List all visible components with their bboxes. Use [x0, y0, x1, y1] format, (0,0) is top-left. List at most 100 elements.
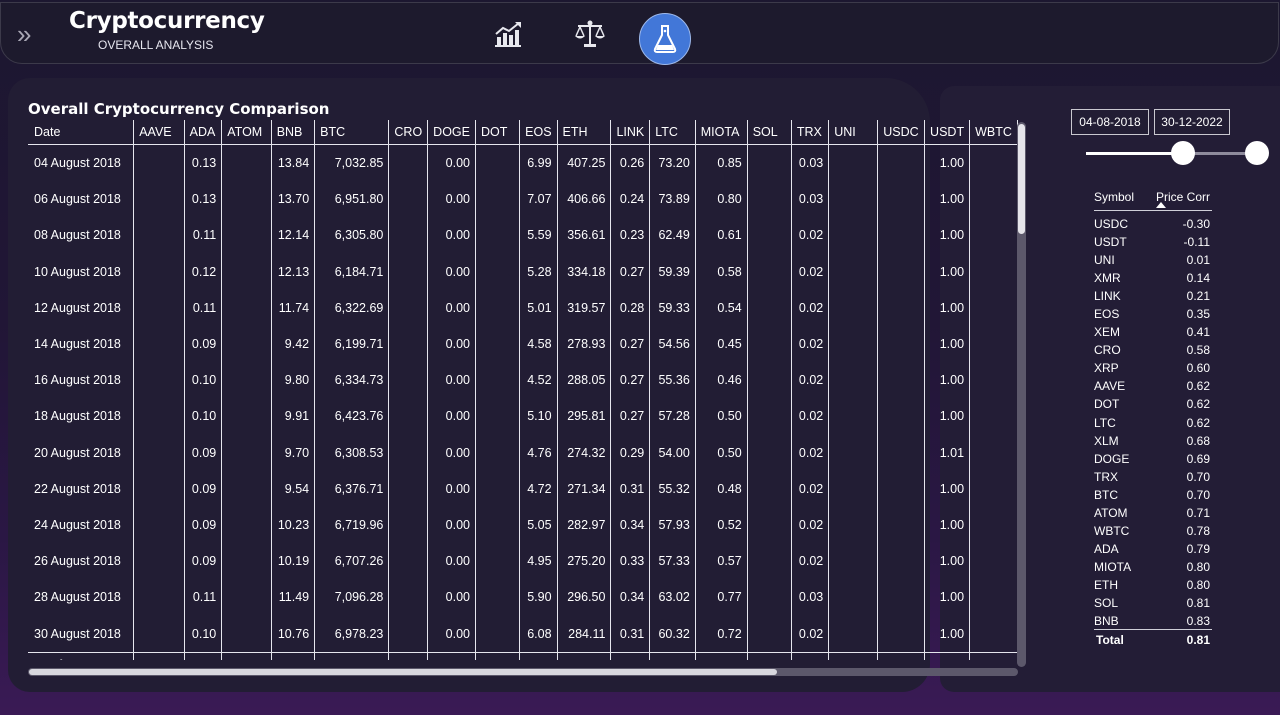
table-row: 14 August 2018 0.09 9.42 6,199.71 0.00 4.58 27… — [28, 325, 1018, 363]
table-cell — [475, 289, 521, 326]
total-cell: 255.53 — [133, 651, 185, 660]
table-cell: 6,334.73 — [314, 362, 390, 399]
table-cell — [877, 543, 926, 580]
correlation-symbol: AAVE — [1094, 379, 1126, 394]
date-slider-end-handle[interactable] — [1245, 141, 1269, 165]
column-header[interactable]: ETH — [557, 120, 612, 145]
correlation-symbol: BNB — [1094, 614, 1119, 629]
column-header[interactable]: EOS — [519, 120, 558, 145]
nav-trend-button[interactable] — [489, 15, 527, 53]
nav-scale-button[interactable] — [571, 15, 609, 53]
table-cell — [388, 434, 429, 471]
total-cell: 18.14 — [475, 651, 521, 660]
table-cell — [828, 615, 879, 653]
horizontal-scroll-thumb[interactable] — [29, 669, 777, 675]
table-cell: 11.49 — [271, 579, 316, 616]
symbol-column-header[interactable]: Symbol — [1094, 190, 1134, 204]
table-cell: 57.28 — [649, 398, 696, 435]
table-cell: 08 August 2018 — [28, 217, 135, 254]
table-cell: 0.00 — [427, 253, 476, 290]
column-header[interactable]: USDC — [877, 120, 926, 145]
table-cell: 7,096.28 — [314, 579, 390, 616]
table-cell: 1.01 — [924, 434, 971, 471]
table-cell: 0.50 — [695, 398, 748, 435]
column-header[interactable]: USDT — [924, 120, 971, 145]
column-header[interactable]: LINK — [610, 120, 651, 145]
table-cell — [747, 325, 792, 363]
correlation-value: 0.71 — [1186, 505, 1210, 520]
nav-flask-button[interactable] — [639, 13, 691, 65]
column-header[interactable]: MIOTA — [695, 120, 748, 145]
column-header[interactable]: TRX — [791, 120, 830, 145]
table-cell — [133, 398, 185, 435]
table-cell: 9.91 — [271, 398, 316, 435]
correlation-row: ETH 0.80 — [1094, 576, 1210, 594]
table-cell — [747, 253, 792, 290]
table-cell: 0.02 — [791, 615, 830, 653]
table-cell — [475, 325, 521, 363]
column-header[interactable]: ADA — [184, 120, 223, 145]
table-cell: 0.72 — [695, 615, 748, 653]
table-cell: 0.09 — [184, 470, 223, 507]
table-cell — [388, 543, 429, 580]
column-header[interactable]: AAVE — [133, 120, 185, 145]
table-cell: 0.03 — [791, 579, 830, 616]
table-cell — [475, 615, 521, 653]
vertical-scroll-thumb[interactable] — [1018, 124, 1025, 234]
table-cell: 57.33 — [649, 543, 696, 580]
table-cell: 6.99 — [519, 144, 558, 182]
correlation-value: 0.70 — [1186, 469, 1210, 484]
table-cell — [877, 506, 926, 544]
column-header[interactable]: CRO — [388, 120, 429, 145]
table-cell: 0.02 — [791, 362, 830, 399]
table-cell — [133, 615, 185, 653]
table-cell: 6,308.53 — [314, 434, 390, 471]
date-slider-start-handle[interactable] — [1171, 141, 1195, 165]
table-cell: 0.33 — [610, 543, 651, 580]
end-date-input[interactable]: 30-12-2022 — [1154, 109, 1230, 135]
table-cell — [133, 506, 185, 544]
table-row: 16 August 2018 0.10 9.80 6,334.73 0.00 4.52 28… — [28, 362, 1018, 399]
table-cell: 0.02 — [791, 289, 830, 326]
correlation-symbol: DOT — [1094, 397, 1120, 412]
correlation-row: USDC -0.30 — [1094, 215, 1210, 233]
column-header[interactable]: BNB — [271, 120, 316, 145]
table-cell: 0.12 — [184, 253, 223, 290]
table-cell: 0.02 — [791, 543, 830, 580]
table-cell — [969, 434, 1018, 471]
correlation-symbol: ATOM — [1094, 505, 1128, 520]
table-cell: 6,423.76 — [314, 398, 390, 435]
correlation-value: 0.62 — [1186, 415, 1210, 430]
column-header[interactable]: Date — [28, 120, 135, 145]
column-header[interactable]: DOGE — [427, 120, 476, 145]
correlation-symbol: SOL — [1094, 595, 1119, 610]
column-header[interactable]: WBTC — [969, 120, 1018, 145]
table-cell — [969, 217, 1018, 254]
table-row: 04 August 2018 0.13 13.84 7,032.85 0.00 6.99 4… — [28, 144, 1018, 182]
column-header[interactable]: UNI — [828, 120, 879, 145]
table-cell — [969, 470, 1018, 507]
table-cell: 14 August 2018 — [28, 325, 135, 363]
table-cell — [877, 434, 926, 471]
column-header[interactable]: LTC — [649, 120, 696, 145]
start-date-input[interactable]: 04-08-2018 — [1071, 109, 1149, 135]
correlation-list: USDC -0.30 USDT -0.11 UNI 0.01 XMR 0.14 LINK 0.21… — [1094, 215, 1210, 630]
table-cell: 0.02 — [791, 434, 830, 471]
table-cell: 1.00 — [924, 579, 971, 616]
total-cell: 0.03 — [791, 651, 830, 660]
column-header[interactable]: BTC — [314, 120, 390, 145]
table-cell — [475, 144, 521, 182]
column-header[interactable]: SOL — [747, 120, 792, 145]
table-cell: 274.32 — [557, 434, 612, 471]
horizontal-scrollbar[interactable] — [28, 668, 1018, 676]
column-header[interactable]: DOT — [475, 120, 521, 145]
table-cell: 0.00 — [427, 434, 476, 471]
table-cell: 1.00 — [924, 470, 971, 507]
comparison-table-container[interactable]: Date AAVE ADA ATOM BNB BTC CRO DOGE DOT EOS ETH LIN… — [28, 120, 1018, 660]
vertical-scrollbar[interactable] — [1017, 122, 1026, 667]
expand-chevron-icon[interactable]: » — [17, 21, 31, 47]
table-cell: 20 August 2018 — [28, 434, 135, 471]
column-header[interactable]: ATOM — [221, 120, 272, 145]
table-cell: 282.97 — [557, 506, 612, 544]
table-cell: 0.46 — [695, 362, 748, 399]
